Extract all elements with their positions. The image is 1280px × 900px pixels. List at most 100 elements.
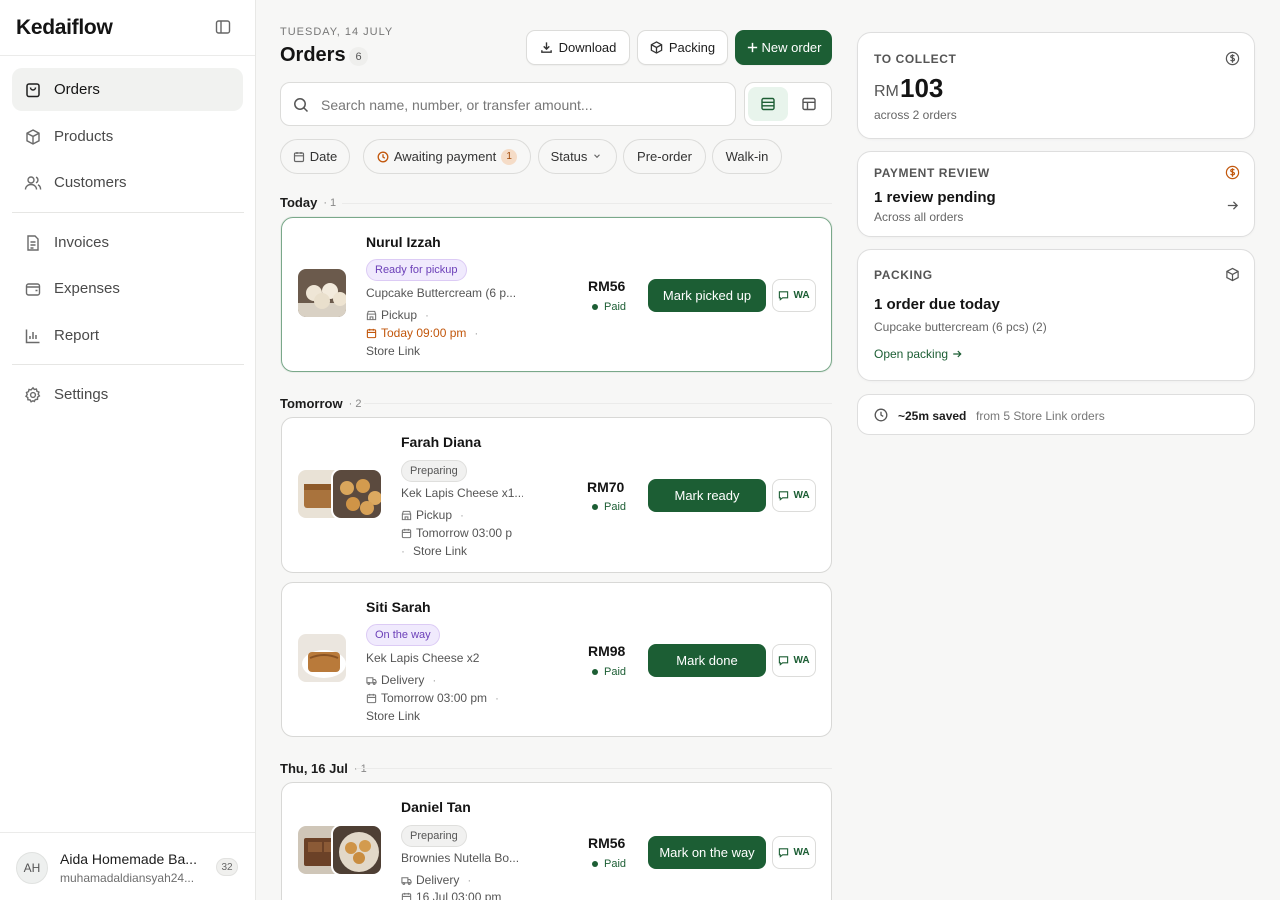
whatsapp-button[interactable]: WA (772, 279, 816, 312)
status-badge: Preparing (401, 460, 467, 482)
document-icon (24, 234, 42, 252)
new-order-button[interactable]: New order (735, 30, 832, 65)
sidebar-item-label: Report (54, 327, 100, 344)
sidebar-item-invoices[interactable]: Invoices (12, 221, 243, 264)
product-thumbnail (296, 632, 348, 684)
chat-icon (778, 655, 789, 666)
clock-icon (874, 408, 888, 422)
user-account-card[interactable]: AH Aida Homemade Ba... muhamadaldiansyah… (0, 832, 255, 900)
packing-button[interactable]: Packing (637, 30, 728, 65)
payment-status: Paid (592, 858, 626, 870)
order-card[interactable]: Nurul Izzah Ready for pickup Cupcake But… (281, 217, 832, 372)
panel-label: TO COLLECT (874, 52, 957, 66)
dollar-icon (1225, 165, 1240, 180)
product-thumbnail (331, 468, 383, 520)
whatsapp-label: WA (793, 290, 810, 301)
sidebar-item-report[interactable]: Report (12, 314, 243, 357)
sidebar-divider (0, 55, 255, 56)
sidebar-item-label: Settings (54, 386, 109, 403)
table-view-button[interactable] (789, 87, 829, 121)
whatsapp-button[interactable]: WA (772, 644, 816, 677)
user-name: Aida Homemade Ba... (60, 851, 197, 867)
sidebar-item-label: Products (54, 128, 114, 145)
method-label: Pickup (381, 308, 418, 322)
orders-count-badge: 6 (349, 47, 368, 66)
filter-status-chip[interactable]: Status (538, 139, 617, 174)
sidebar-item-products[interactable]: Products (12, 115, 243, 158)
filter-label: Date (309, 149, 338, 164)
filter-awaiting-payment-chip[interactable]: Awaiting payment 1 (363, 139, 531, 174)
sidebar-item-expenses[interactable]: Expenses (12, 267, 243, 310)
download-icon (540, 41, 553, 54)
download-label: Download (558, 40, 617, 55)
panel-label: PAYMENT REVIEW (874, 166, 990, 180)
filter-preorder-chip[interactable]: Pre-order (623, 139, 706, 174)
brand-logo: Kedaiflow (16, 16, 113, 39)
calendar-icon (401, 892, 412, 900)
whatsapp-button[interactable]: WA (772, 479, 816, 512)
group-divider (364, 403, 832, 404)
clock-icon (377, 151, 389, 163)
order-items: Kek Lapis Cheese x1... (401, 486, 523, 500)
list-view-button[interactable] (748, 87, 788, 121)
whatsapp-label: WA (793, 847, 810, 858)
list-view-icon (760, 96, 776, 112)
box-icon (1225, 267, 1240, 282)
whatsapp-label: WA (793, 490, 810, 501)
group-heading-thu-16-jul: Thu, 16 Jul · 1 (280, 761, 367, 776)
filter-date-chip[interactable]: Date (280, 139, 350, 174)
to-collect-panel: TO COLLECT RM 103 across 2 orders (857, 32, 1255, 139)
mark-done-button[interactable]: Mark done (648, 644, 766, 677)
product-thumbnail (331, 824, 383, 876)
status-badge: Preparing (401, 825, 467, 847)
mark-ready-button[interactable]: Mark ready (648, 479, 766, 512)
group-title: Today (280, 195, 318, 210)
calendar-icon (366, 693, 377, 704)
open-packing-link[interactable]: Open packing (874, 347, 962, 361)
whatsapp-button[interactable]: WA (772, 836, 816, 869)
calendar-icon (401, 528, 412, 539)
method-label: Pickup (416, 508, 453, 522)
order-card[interactable]: Daniel Tan Preparing Brownies Nutella Bo… (281, 782, 832, 900)
payment-review-panel[interactable]: PAYMENT REVIEW 1 review pending Across a… (857, 151, 1255, 237)
order-items: Kek Lapis Cheese x2 (366, 651, 480, 665)
wallet-icon (24, 280, 42, 298)
customer-name: Siti Sarah (366, 599, 431, 615)
payment-status: Paid (592, 666, 626, 678)
sidebar-toggle-icon[interactable] (214, 18, 232, 36)
time-saved-value: ~25m saved (898, 409, 967, 423)
review-subtext: Across all orders (874, 210, 964, 224)
order-source: Store Link (366, 344, 421, 358)
paid-label: Paid (604, 501, 627, 513)
method-label: Delivery (416, 873, 460, 887)
download-button[interactable]: Download (526, 30, 630, 65)
search-icon (293, 97, 309, 113)
filter-label: Pre-order (637, 149, 692, 164)
mark-picked-up-button[interactable]: Mark picked up (648, 279, 766, 312)
sidebar-item-label: Customers (54, 174, 127, 191)
order-card[interactable]: Siti Sarah On the way Kek Lapis Cheese x… (281, 582, 832, 737)
customer-name: Nurul Izzah (366, 234, 441, 250)
search-input[interactable] (321, 94, 721, 116)
order-price: RM56 (588, 835, 626, 851)
mark-on-the-way-button[interactable]: Mark on the way (648, 836, 766, 869)
sidebar-item-customers[interactable]: Customers (12, 161, 243, 204)
filter-walkin-chip[interactable]: Walk-in (712, 139, 782, 174)
calendar-icon (366, 328, 377, 339)
order-price: RM98 (588, 643, 626, 659)
group-heading-today: Today · 1 (280, 195, 336, 210)
pickup-time: Tomorrow 03:00 p (401, 526, 512, 540)
currency-label: RM (874, 83, 899, 100)
sidebar-item-label: Expenses (54, 280, 120, 297)
order-card[interactable]: Farah Diana Preparing Kek Lapis Cheese x… (281, 417, 832, 573)
packing-panel: PACKING 1 order due today Cupcake butter… (857, 249, 1255, 381)
arrow-right-icon (952, 349, 962, 359)
arrow-right-icon[interactable] (1226, 199, 1239, 212)
chevron-down-icon (592, 151, 604, 163)
open-packing-label: Open packing (874, 347, 949, 361)
table-view-icon (801, 96, 817, 112)
order-items: Brownies Nutella Bo... (401, 851, 520, 865)
sidebar-item-orders[interactable]: Orders (12, 68, 243, 111)
sidebar-item-settings[interactable]: Settings (12, 373, 243, 416)
paid-label: Paid (604, 858, 627, 870)
